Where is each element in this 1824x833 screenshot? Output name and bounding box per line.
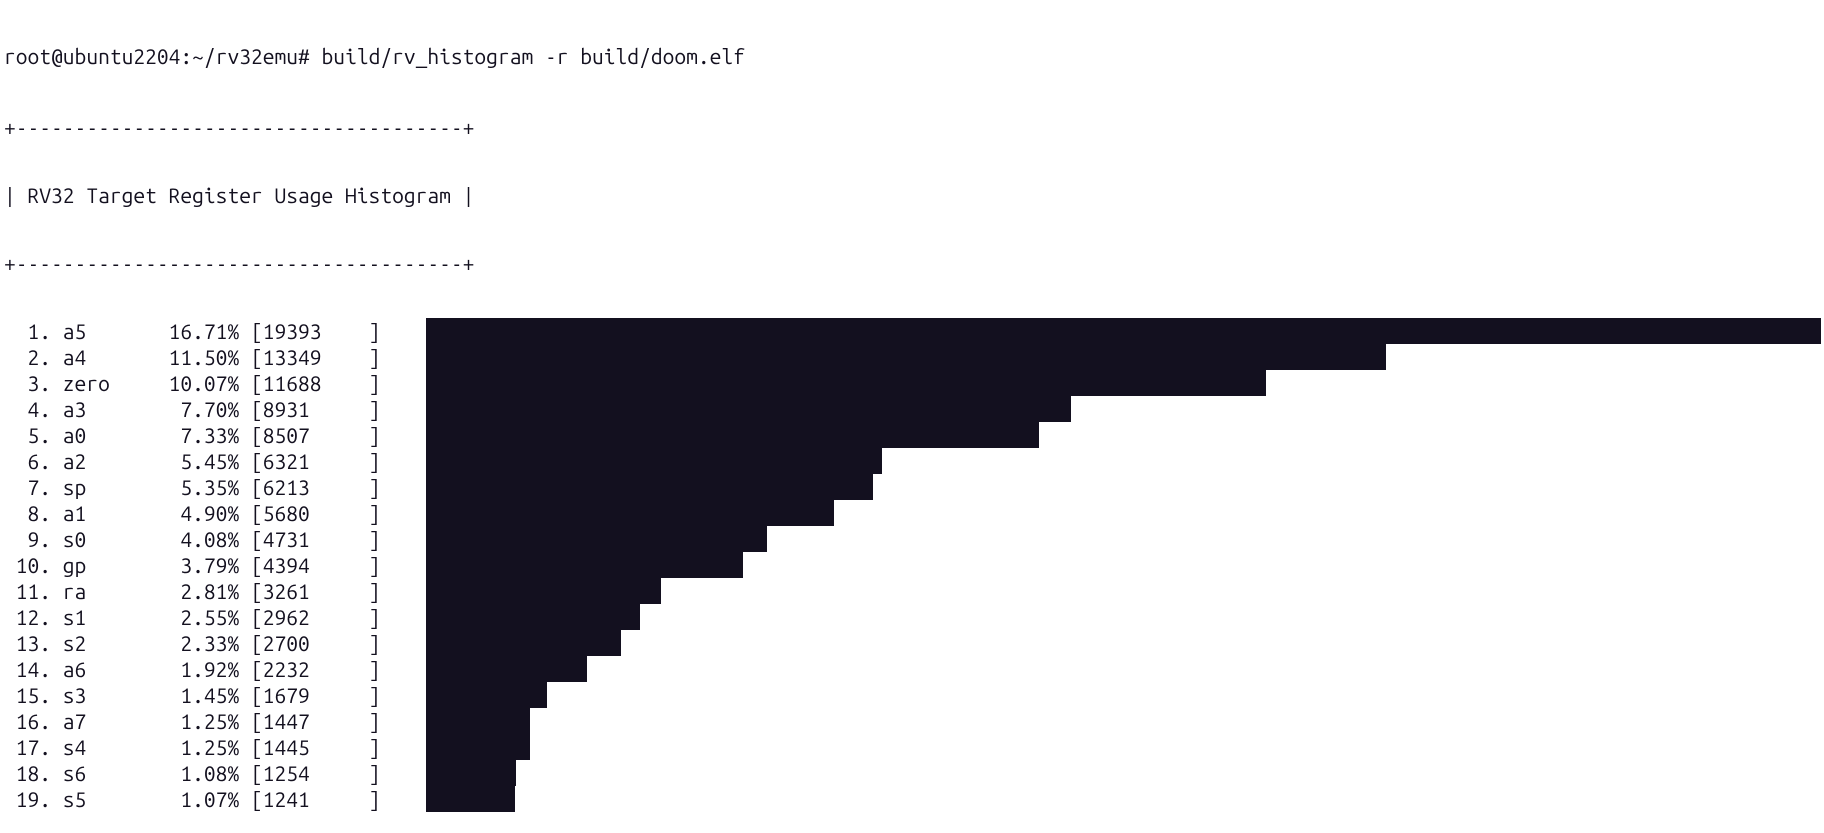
bar-area [424, 786, 1824, 812]
terminal[interactable]: root@ubuntu2204:~/rv32emu# build/rv_hist… [0, 0, 1824, 833]
row-label: 13. s2 2.33% [2700 ] [4, 630, 424, 656]
bar-area [424, 760, 1824, 786]
bar [426, 578, 661, 604]
table-row: 10. gp 3.79% [4394 ] [4, 552, 1824, 578]
bar [426, 734, 530, 760]
bar-area [424, 318, 1824, 344]
bar-area [424, 604, 1824, 630]
row-label: 8. a1 4.90% [5680 ] [4, 500, 424, 526]
row-label: 16. a7 1.25% [1447 ] [4, 708, 424, 734]
bar-area [424, 526, 1824, 552]
bar-area [424, 552, 1824, 578]
histogram-rows: 1. a5 16.71% [19393 ] 2. a4 11.50% [1334… [4, 318, 1824, 812]
bar-area [424, 396, 1824, 422]
table-row: 13. s2 2.33% [2700 ] [4, 630, 1824, 656]
bar-area [424, 370, 1824, 396]
table-row: 12. s1 2.55% [2962 ] [4, 604, 1824, 630]
bar-area [424, 708, 1824, 734]
table-row: 8. a1 4.90% [5680 ] [4, 500, 1824, 526]
row-label: 9. s0 4.08% [4731 ] [4, 526, 424, 552]
bar [426, 786, 515, 812]
bar [426, 682, 547, 708]
bar [426, 474, 873, 500]
header-title: | RV32 Target Register Usage Histogram | [4, 182, 1824, 208]
table-row: 14. a6 1.92% [2232 ] [4, 656, 1824, 682]
prompt-user-host: root@ubuntu2204 [4, 46, 180, 67]
table-row: 2. a4 11.50% [13349 ] [4, 344, 1824, 370]
table-row: 7. sp 5.35% [6213 ] [4, 474, 1824, 500]
row-label: 6. a2 5.45% [6321 ] [4, 448, 424, 474]
bar [426, 448, 882, 474]
row-label: 1. a5 16.71% [19393 ] [4, 318, 424, 344]
bar-area [424, 630, 1824, 656]
bar [426, 370, 1266, 396]
command: build/rv_histogram -r build/doom.elf [322, 46, 745, 67]
prompt-space [310, 46, 322, 67]
table-row: 17. s4 1.25% [1445 ] [4, 734, 1824, 760]
table-row: 5. a0 7.33% [8507 ] [4, 422, 1824, 448]
bar-area [424, 682, 1824, 708]
bar [426, 656, 587, 682]
table-row: 9. s0 4.08% [4731 ] [4, 526, 1824, 552]
header-border-top: +--------------------------------------+ [4, 114, 1824, 140]
prompt-colon: : [180, 46, 192, 67]
row-label: 11. ra 2.81% [3261 ] [4, 578, 424, 604]
row-label: 3. zero 10.07% [11688 ] [4, 370, 424, 396]
header-border-bot: +--------------------------------------+ [4, 250, 1824, 276]
table-row: 3. zero 10.07% [11688 ] [4, 370, 1824, 396]
bar [426, 344, 1386, 370]
table-row: 16. a7 1.25% [1447 ] [4, 708, 1824, 734]
prompt-line: root@ubuntu2204:~/rv32emu# build/rv_hist… [4, 46, 1824, 72]
bar-area [424, 422, 1824, 448]
bar [426, 422, 1039, 448]
bar [426, 500, 834, 526]
bar [426, 396, 1071, 422]
prompt-char: # [298, 46, 310, 67]
row-label: 12. s1 2.55% [2962 ] [4, 604, 424, 630]
table-row: 4. a3 7.70% [8931 ] [4, 396, 1824, 422]
row-label: 2. a4 11.50% [13349 ] [4, 344, 424, 370]
bar [426, 760, 516, 786]
bar-area [424, 500, 1824, 526]
bar-area [424, 344, 1824, 370]
table-row: 18. s6 1.08% [1254 ] [4, 760, 1824, 786]
row-label: 7. sp 5.35% [6213 ] [4, 474, 424, 500]
row-label: 5. a0 7.33% [8507 ] [4, 422, 424, 448]
bar-area [424, 474, 1824, 500]
bar [426, 630, 621, 656]
bar [426, 526, 767, 552]
row-label: 17. s4 1.25% [1445 ] [4, 734, 424, 760]
row-label: 14. a6 1.92% [2232 ] [4, 656, 424, 682]
bar [426, 552, 743, 578]
bar [426, 604, 640, 630]
table-row: 11. ra 2.81% [3261 ] [4, 578, 1824, 604]
table-row: 19. s5 1.07% [1241 ] [4, 786, 1824, 812]
bar-area [424, 656, 1824, 682]
row-label: 18. s6 1.08% [1254 ] [4, 760, 424, 786]
table-row: 15. s3 1.45% [1679 ] [4, 682, 1824, 708]
table-row: 6. a2 5.45% [6321 ] [4, 448, 1824, 474]
bar-area [424, 578, 1824, 604]
bar-area [424, 448, 1824, 474]
bar [426, 708, 530, 734]
row-label: 19. s5 1.07% [1241 ] [4, 786, 424, 812]
prompt-cwd: ~/rv32emu [192, 46, 298, 67]
row-label: 15. s3 1.45% [1679 ] [4, 682, 424, 708]
row-label: 10. gp 3.79% [4394 ] [4, 552, 424, 578]
bar-area [424, 734, 1824, 760]
row-label: 4. a3 7.70% [8931 ] [4, 396, 424, 422]
bar [426, 318, 1821, 344]
table-row: 1. a5 16.71% [19393 ] [4, 318, 1824, 344]
